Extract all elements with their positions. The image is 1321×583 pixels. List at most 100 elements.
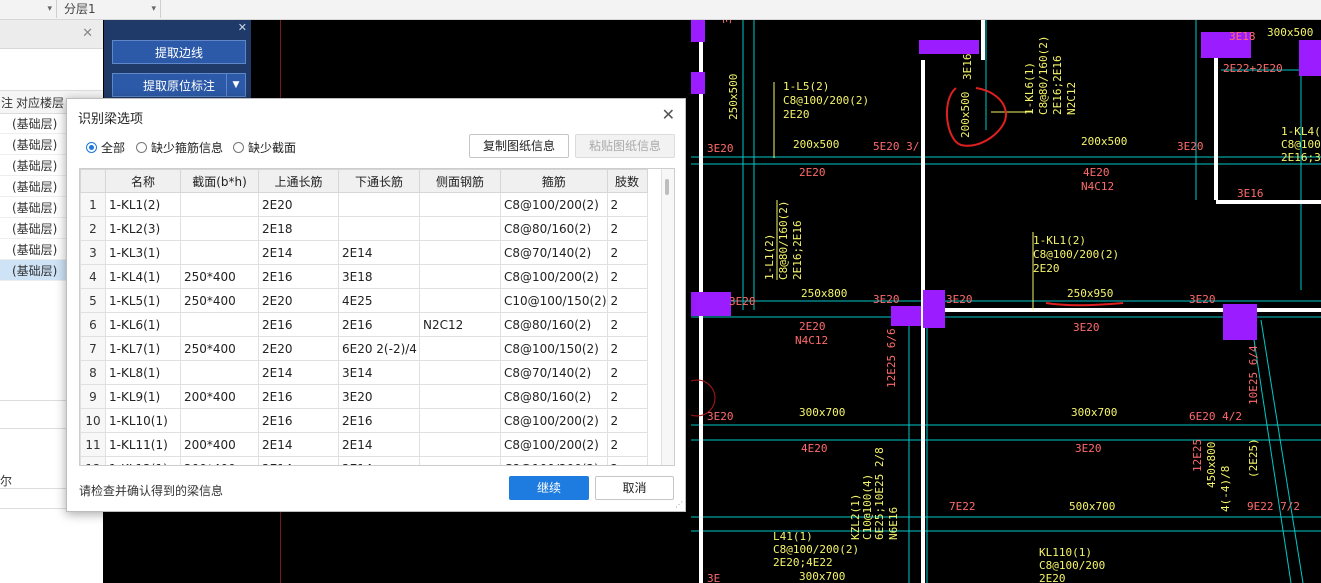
layer-selector[interactable]: 分层1 ▾ (58, 0, 161, 18)
table-cell[interactable]: 2 (606, 384, 648, 409)
table-row[interactable]: 10 1-KL10(1) 2E16 2E16 C8@100/200(2) 2 (80, 408, 648, 433)
table-cell[interactable] (180, 192, 259, 217)
table-cell[interactable]: 2E20 (258, 336, 339, 361)
table-cell[interactable]: 2 (606, 264, 648, 289)
extract-label-button[interactable]: 提取原位标注 ▼ (112, 73, 246, 97)
table-cell[interactable]: 4E25 (338, 288, 420, 313)
row-index[interactable]: 4 (80, 264, 106, 289)
row-index[interactable]: 1 (80, 192, 106, 217)
table-cell[interactable]: 2E14 (338, 240, 420, 265)
table-row[interactable]: 121-KL12(1)200*4002E142E14C8@100/200(2)2 (80, 456, 648, 465)
table-cell[interactable] (180, 216, 259, 241)
table-cell[interactable] (419, 216, 501, 241)
table-cell[interactable] (419, 288, 501, 313)
row-index[interactable]: 7 (80, 336, 106, 361)
table-cell[interactable]: C8@70/140(2) (500, 360, 608, 385)
table-cell[interactable]: N2C12 (419, 312, 501, 337)
table-cell[interactable]: C8@100/150(2) (500, 336, 608, 361)
table-row[interactable]: 9 1-KL9(1) 200*400 2E16 3E20 C8@80/160(2) 2 (80, 384, 648, 409)
table-cell[interactable]: 250*400 (180, 264, 259, 289)
table-cell[interactable]: C8@100/200(2) (500, 264, 608, 289)
row-index[interactable]: 3 (80, 240, 106, 265)
table-cell[interactable]: 250*400 (180, 288, 259, 313)
radio-missing-section[interactable]: 缺少截面 (233, 139, 296, 155)
table-cell[interactable]: 2E14 (258, 240, 339, 265)
table-cell[interactable]: 1-KL6(1) (105, 312, 181, 337)
table-cell[interactable]: 1-KL2(3) (105, 216, 181, 241)
table-cell[interactable]: 1-KL4(1) (105, 264, 181, 289)
table-cell[interactable]: 6E20 2(-2)/4 (338, 336, 420, 361)
table-cell[interactable]: 2 (606, 408, 648, 433)
table-cell[interactable]: 2 (606, 288, 648, 313)
table-cell[interactable]: 1-KL3(1) (105, 240, 181, 265)
table-row[interactable]: 7 1-KL7(1) 250*400 2E20 6E20 2(-2)/4 C8@100/1… (80, 336, 648, 361)
table-cell[interactable]: 2E16 (338, 312, 420, 337)
table-cell[interactable]: 3E18 (338, 264, 420, 289)
table-cell[interactable] (419, 264, 501, 289)
table-cell[interactable]: 2 (606, 240, 648, 265)
table-cell[interactable]: 2 (606, 192, 648, 217)
table-cell[interactable]: 1-KL5(1) (105, 288, 181, 313)
row-index[interactable]: 8 (80, 360, 106, 385)
table-row[interactable]: 11 1-KL11(1) 200*400 2E14 2E14 C8@100/200(2) 2 (80, 432, 648, 457)
table-cell[interactable] (338, 192, 420, 217)
table-cell[interactable]: 2 (606, 456, 648, 465)
continue-button[interactable]: 继续 (509, 476, 589, 500)
table-cell[interactable]: 2E16 (258, 384, 339, 409)
table-row[interactable]: 4 1-KL4(1) 250*400 2E16 3E18 C8@100/200(2) 2 (80, 264, 648, 289)
cad-drawing-canvas[interactable]: 3E20 200x500 5E20 3/200x500 3E20 2E20 4E20 N4C… (691, 20, 1321, 583)
extract-edge-button[interactable]: 提取边线 (112, 40, 246, 64)
row-index[interactable]: 6 (80, 312, 106, 337)
table-cell[interactable] (419, 432, 501, 457)
table-cell[interactable]: 2E16 (258, 312, 339, 337)
table-cell[interactable] (419, 240, 501, 265)
table-row[interactable]: 3 1-KL3(1) 2E14 2E14 C8@70/140(2) 2 (80, 240, 648, 265)
table-cell[interactable]: 2E16 (258, 408, 339, 433)
table-cell[interactable]: 1-KL1(2) (105, 192, 181, 217)
table-cell[interactable]: 2 (606, 312, 648, 337)
table-cell[interactable]: 2 (606, 360, 648, 385)
table-row[interactable]: 6 1-KL6(1) 2E16 2E16 N2C12 C8@80/160(2) 2 (80, 312, 648, 337)
table-cell[interactable]: C8@100/200(2) (500, 408, 608, 433)
row-index[interactable]: 10 (80, 408, 106, 433)
table-cell[interactable]: 1-KL10(1) (105, 408, 181, 433)
table-cell[interactable] (180, 360, 259, 385)
table-cell[interactable]: 2E14 (258, 456, 339, 465)
radio-all[interactable]: 全部 (86, 139, 125, 155)
table-cell[interactable]: 2E14 (258, 432, 339, 457)
table-cell[interactable]: C8@100/200(2) (500, 192, 608, 217)
cancel-button[interactable]: 取消 (595, 476, 674, 500)
table-cell[interactable]: 2E18 (258, 216, 339, 241)
table-cell[interactable]: 2 (606, 336, 648, 361)
radio-missing-stirrup[interactable]: 缺少箍筋信息 (136, 139, 223, 155)
row-index[interactable]: 5 (80, 288, 106, 313)
table-row[interactable]: 1 1-KL1(2) 2E20 C8@100/200(2) 2 (80, 192, 648, 217)
close-icon[interactable]: ✕ (238, 21, 247, 34)
table-cell[interactable]: 3E20 (338, 384, 420, 409)
paste-drawing-info-button[interactable]: 粘贴图纸信息 (575, 134, 675, 158)
table-cell[interactable]: 1-KL9(1) (105, 384, 181, 409)
row-index[interactable]: 9 (80, 384, 106, 409)
table-cell[interactable]: 2 (606, 432, 648, 457)
table-cell[interactable] (338, 216, 420, 241)
table-cell[interactable]: C8@100/200(2) (500, 456, 608, 465)
copy-drawing-info-button[interactable]: 复制图纸信息 (469, 134, 569, 158)
selector-left[interactable]: ▾ (0, 0, 57, 18)
table-cell[interactable] (419, 336, 501, 361)
table-cell[interactable] (419, 360, 501, 385)
table-cell[interactable] (180, 240, 259, 265)
table-cell[interactable]: 200*400 (180, 456, 259, 465)
table-cell[interactable]: C8@100/200(2) (500, 432, 608, 457)
table-cell[interactable]: 200*400 (180, 432, 259, 457)
resize-grip-icon[interactable]: ⋰ (675, 500, 683, 509)
row-index[interactable]: 12 (80, 456, 106, 465)
table-cell[interactable]: 3E14 (338, 360, 420, 385)
table-cell[interactable]: 2E16 (338, 408, 420, 433)
scrollbar-thumb[interactable] (665, 179, 669, 195)
table-cell[interactable]: 2E20 (258, 192, 339, 217)
table-cell[interactable] (180, 312, 259, 337)
table-cell[interactable]: 2E14 (258, 360, 339, 385)
table-cell[interactable]: 200*400 (180, 384, 259, 409)
table-cell[interactable]: 1-KL8(1) (105, 360, 181, 385)
table-cell[interactable]: 1-KL12(1) (105, 456, 181, 465)
